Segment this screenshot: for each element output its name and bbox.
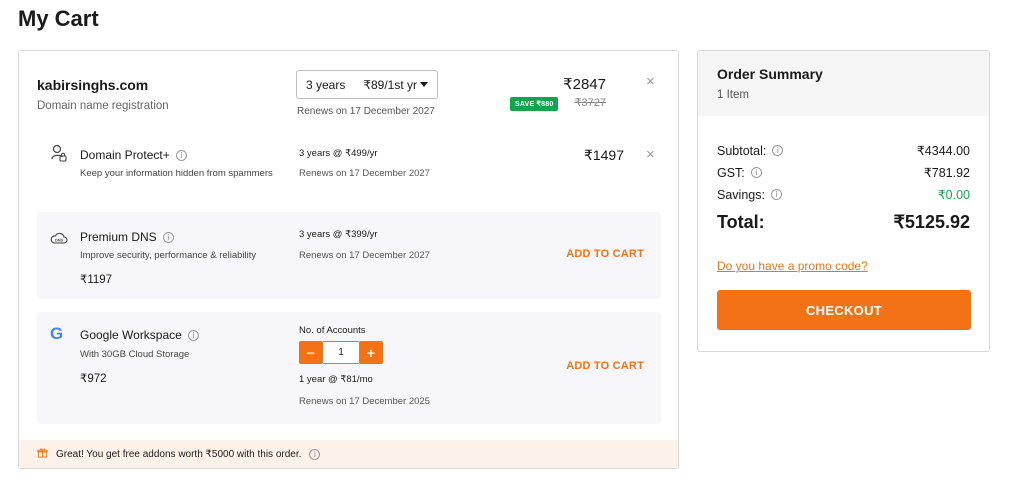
domain-protect-desc: Keep your information hidden from spamme… bbox=[80, 168, 273, 179]
subtotal-label: Subtotal: bbox=[717, 143, 767, 158]
savings-label: Savings: bbox=[717, 187, 765, 202]
order-summary-header bbox=[698, 51, 989, 116]
subtotal-row: Subtotal: i ₹4344.00 bbox=[717, 143, 970, 159]
gift-icon bbox=[37, 447, 48, 461]
savings-row: Savings: i ₹0.00 bbox=[717, 187, 970, 203]
order-summary: Order Summary 1 Item Subtotal: i ₹4344.00… bbox=[697, 50, 990, 352]
info-icon[interactable]: i bbox=[309, 448, 321, 460]
premium-dns-price: ₹1197 bbox=[80, 274, 113, 286]
order-item-count: 1 Item bbox=[717, 89, 749, 101]
total-row: Total: ₹5125.92 bbox=[717, 212, 970, 233]
total-label: Total: bbox=[717, 212, 765, 232]
free-addons-banner: Great! You get free addons worth ₹5000 w… bbox=[19, 440, 678, 468]
remove-domain-close-icon[interactable]: × bbox=[646, 73, 655, 90]
gst-row: GST: i ₹781.92 bbox=[717, 165, 970, 181]
premium-dns-desc: Improve security, performance & reliabil… bbox=[80, 250, 257, 261]
info-icon[interactable]: i bbox=[175, 149, 187, 161]
premium-dns-title: Premium DNS bbox=[80, 230, 157, 244]
free-addons-text: Great! You get free addons worth ₹5000 w… bbox=[56, 448, 302, 460]
addon-premium-dns: DNS Premium DNS i Improve security, perf… bbox=[37, 212, 661, 299]
cloud-dns-icon: DNS bbox=[50, 231, 68, 249]
term-years: 3 years bbox=[306, 77, 346, 92]
info-icon[interactable]: i bbox=[187, 329, 199, 341]
gst-value: ₹781.92 bbox=[923, 166, 970, 180]
google-logo-icon: G bbox=[50, 324, 64, 343]
remove-protect-close-icon[interactable]: × bbox=[646, 146, 655, 163]
domain-protect-price: ₹1497 bbox=[583, 147, 624, 163]
info-icon[interactable]: i bbox=[750, 167, 762, 178]
chevron-down-icon bbox=[420, 82, 428, 87]
domain-name: kabirsinghs.com bbox=[37, 77, 149, 93]
page-title: My Cart bbox=[18, 6, 99, 31]
savings-value: ₹0.00 bbox=[937, 188, 970, 202]
user-lock-icon bbox=[51, 144, 67, 167]
info-icon[interactable]: i bbox=[770, 189, 782, 200]
save-badge: SAVE ₹880 bbox=[510, 97, 559, 111]
info-icon[interactable]: i bbox=[162, 231, 174, 243]
premium-dns-term: 3 years @ ₹399/yr bbox=[299, 229, 378, 240]
checkout-button[interactable]: CHECKOUT bbox=[717, 290, 971, 330]
google-workspace-price: ₹972 bbox=[80, 373, 107, 385]
promo-code-link[interactable]: Do you have a promo code? bbox=[717, 259, 868, 273]
addon-domain-protect: Domain Protect+ i Keep your information … bbox=[37, 137, 661, 193]
addon-google-workspace: G Google Workspace i With 30GB Cloud Sto… bbox=[37, 312, 661, 424]
cart-container: kabirsinghs.com Domain name registration… bbox=[18, 50, 679, 469]
google-workspace-renewal: Renews on 17 December 2025 bbox=[299, 396, 430, 407]
accounts-quantity-value[interactable]: 1 bbox=[323, 341, 359, 364]
premium-dns-renewal: Renews on 17 December 2027 bbox=[299, 250, 430, 261]
domain-protect-title: Domain Protect+ bbox=[80, 148, 170, 162]
subtotal-value: ₹4344.00 bbox=[916, 144, 970, 158]
domain-protect-renewal: Renews on 17 December 2027 bbox=[299, 168, 430, 179]
google-workspace-term: 1 year @ ₹81/mo bbox=[299, 374, 373, 385]
order-summary-title: Order Summary bbox=[717, 66, 823, 82]
domain-subtitle: Domain name registration bbox=[37, 100, 169, 112]
domain-protect-term: 3 years @ ₹499/yr bbox=[299, 148, 378, 159]
gst-label: GST: bbox=[717, 165, 745, 180]
add-premium-dns-button[interactable]: ADD TO CART bbox=[566, 248, 644, 260]
domain-original-price: ₹3727 bbox=[574, 97, 606, 109]
term-price: ₹89/1st yr bbox=[363, 77, 418, 92]
increase-accounts-button[interactable]: + bbox=[359, 341, 383, 364]
info-icon[interactable]: i bbox=[772, 145, 784, 156]
accounts-quantity-stepper: − 1 + bbox=[299, 341, 383, 364]
google-workspace-title: Google Workspace bbox=[80, 328, 182, 342]
add-google-workspace-button[interactable]: ADD TO CART bbox=[566, 360, 644, 372]
total-value: ₹5125.92 bbox=[893, 212, 970, 232]
term-select[interactable]: 3 years ₹89/1st yr bbox=[296, 70, 438, 99]
accounts-label: No. of Accounts bbox=[299, 325, 366, 336]
google-workspace-desc: With 30GB Cloud Storage bbox=[80, 349, 190, 360]
domain-price: ₹2847 bbox=[563, 76, 606, 93]
svg-text:DNS: DNS bbox=[55, 239, 63, 243]
decrease-accounts-button[interactable]: − bbox=[299, 341, 323, 364]
domain-renewal-date: Renews on 17 December 2027 bbox=[297, 106, 435, 117]
